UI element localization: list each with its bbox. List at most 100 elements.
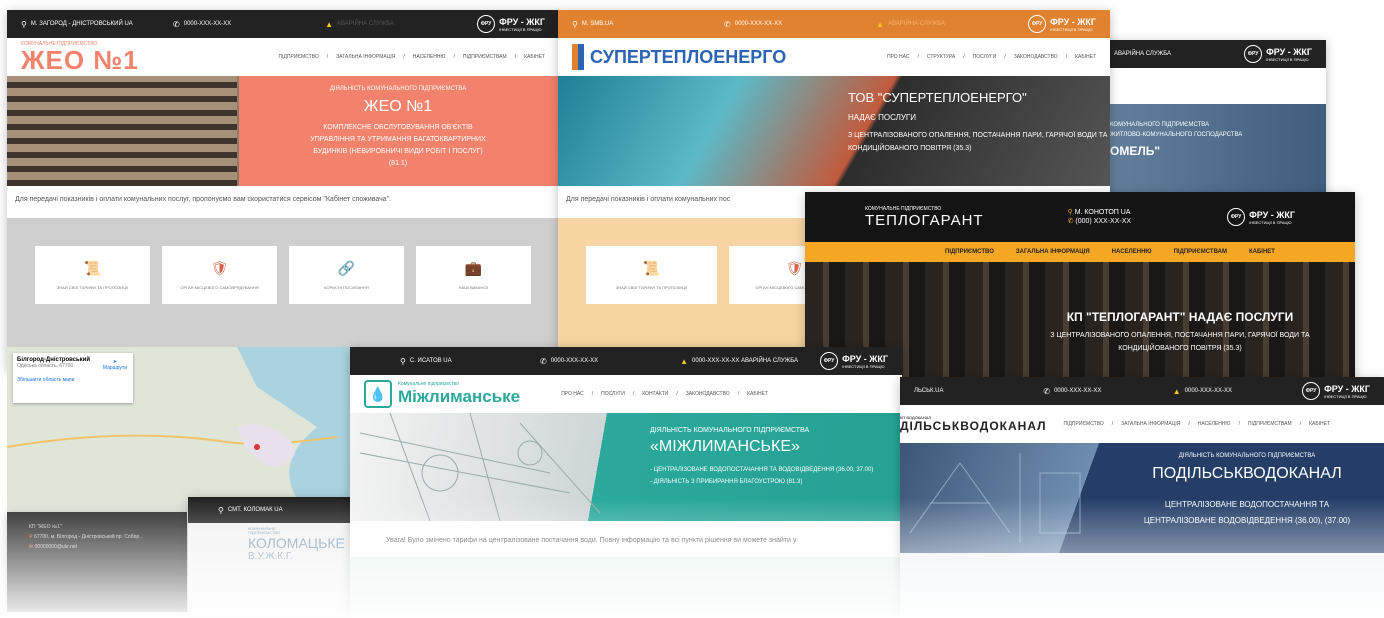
main-menu: ПРО НАС / СТРУКТУРА / ПОСЛУГИ / ЗАКОНОДАВСТВО /… <box>887 54 1096 60</box>
menu-item[interactable]: КАБІНЕТ <box>1309 421 1330 427</box>
menu-item[interactable]: ЗАГАЛЬНА ІНФОРМАЦІЯ <box>1121 421 1180 427</box>
hero-text: КОМПЛЕКСНЕ ОБСЛУГОВУВАННЯ ОБ'ЄКТІВ УПРАВ… <box>310 124 486 167</box>
map-link[interactable]: Збільшити область мапи <box>17 377 129 383</box>
hero: ДІЯЛЬНІСТЬ КОМУНАЛЬНОГО ПІДПРИЄМСТВА «МІ… <box>350 413 902 521</box>
fru-logo[interactable]: ФРУ ФРУ - ЖКГ ІНВЕСТИЦІЇ В ПРАЦЮ <box>477 15 545 33</box>
service-tile[interactable]: 📜 ЗНАЙ СВОЇ ТАРИФИ ТА ПРОПОЗИЦІЇ <box>35 246 150 304</box>
fru-subtitle: ІНВЕСТИЦІЇ В ПРАЦЮ <box>499 26 542 32</box>
site-logo[interactable]: 💧 Комунальне підприємство Міжлиманське <box>364 380 520 408</box>
fru-title: ФРУ - ЖКГ <box>1249 209 1295 220</box>
menu-item[interactable]: ПОСЛУГИ <box>973 54 997 60</box>
warning-icon: ▲ <box>876 19 884 29</box>
location-icon: ⚲ <box>21 19 27 29</box>
hero: ТОВ "СУПЕРТЕПЛОЕНЕРГО" НАДАЄ ПОСЛУГИ З Ц… <box>558 76 1110 186</box>
nav-bar: СУПЕРТЕПЛОЕНЕРГО ПРО НАС / СТРУКТУРА / ПОСЛУ… <box>558 38 1110 76</box>
fru-logo[interactable]: ФРУ ФРУ - ЖКГ ІНВЕСТИЦІЇ В ПРАЦЮ <box>1244 45 1312 63</box>
site-logo[interactable]: КОМУНАЛЬНЕ ПІДПРИЄМСТВО ТЕПЛОГАРАНТ <box>865 206 984 229</box>
menu-divider: / <box>676 391 678 397</box>
header: КОМУНАЛЬНЕ ПІДПРИЄМСТВО ТЕПЛОГАРАНТ ⚲ М.… <box>805 192 1355 242</box>
menu-item[interactable]: ЗАГАЛЬНА ІНФОРМАЦІЯ <box>1016 249 1090 255</box>
hero-line2: - ДІЯЛЬНІСТЬ З ПРИБИРАННЯ БЛАГОУСТРОЮ (8… <box>650 479 803 485</box>
hero: ДІЯЛЬНІСТЬ КОМУНАЛЬНОГО ПІДПРИЄМСТВА ПОД… <box>900 443 1384 553</box>
menu-item[interactable]: ПІДПРИЄМСТВО <box>945 249 994 255</box>
logo-text: ЖЕО №1 <box>21 44 139 75</box>
fru-logo[interactable]: ФРУ ФРУ - ЖКГ ІНВЕСТИЦІЇ В ПРАЦЮ <box>820 352 888 370</box>
water-drop-icon: 💧 <box>364 380 392 408</box>
menu-item[interactable]: КАБІНЕТ <box>1075 54 1096 60</box>
hero-line2: ЖИТЛОВО-КОМУНАЛЬНОГО ГОСПОДАРСТВА <box>1110 132 1243 138</box>
menu-item[interactable]: ПІДПРИЄМСТВАМ <box>463 54 507 60</box>
mail-icon: ✉ <box>29 544 34 550</box>
menu-item[interactable]: ЗАГАЛЬНА ІНФОРМАЦІЯ <box>336 54 395 60</box>
fru-title: ФРУ - ЖКГ <box>842 353 888 364</box>
fru-subtitle: ІНВЕСТИЦІЇ В ПРАЦЮ <box>1249 219 1292 225</box>
map-embed[interactable]: Білгород-Дністровський Одеська область, … <box>7 347 357 512</box>
site-logo[interactable]: КОМУНАЛЬНЕ ПІДПРИЄМСТВО ЖЕО №1 <box>21 41 139 75</box>
hero-text: З ЦЕНТРАЛІЗОВАНОГО ОПАЛЕННЯ, ПОСТАЧАННЯ … <box>1050 332 1310 352</box>
topbar: ⚲ СМТ. КОЛОМАК UA <box>188 497 350 523</box>
fru-subtitle: ІНВЕСТИЦІЇ В ПРАЦЮ <box>1324 393 1367 399</box>
menu-item[interactable]: ПОСЛУГИ <box>601 391 625 397</box>
phone-icon: ✆ <box>173 19 180 29</box>
menu-divider: / <box>403 54 405 60</box>
menu-item[interactable]: КАБІНЕТ <box>747 391 768 397</box>
location-icon: ⚲ <box>400 356 406 366</box>
hero-title: «МІЖЛИМАНСЬКЕ» <box>650 438 800 455</box>
tile-label: ОРГАН МІСЦЕВОГО САМОВРЯДУВАННЯ <box>180 285 259 290</box>
logo-text: Міжлиманське <box>398 387 521 406</box>
menu-divider: / <box>632 391 635 397</box>
menu-divider: / <box>514 54 517 60</box>
menu-item[interactable]: ПРО НАС <box>561 391 584 397</box>
menu-divider: / <box>326 54 329 60</box>
service-tile[interactable]: 🛡 ОРГАН МІСЦЕВОГО САМОВРЯДУВАННЯ <box>162 246 277 304</box>
service-tile[interactable]: 💼 НАШІ ВАКАНСІЇ <box>416 246 531 304</box>
warning-icon: ▲ <box>1172 386 1181 396</box>
hero-title: ЖЕО №1 <box>363 98 433 115</box>
menu-item[interactable]: СТРУКТУРА <box>927 54 955 60</box>
hero-text: ЦЕНТРАЛІЗОВАНЕ ВОДОПОСТАЧАННЯ ТА ЦЕНТРАЛ… <box>1143 500 1351 525</box>
card-zheo: ⚲ М. ЗАГОРОД - ДНІСТРОВСЬКИЙ UA ✆ 0000-XXX… <box>7 10 559 370</box>
site-logo[interactable]: КОМУНАЛЬНЕ ПІДПРИЄМСТВО КОЛОМАЦЬКЕ В.У.Ж… <box>188 523 350 566</box>
hero-small: КОМУНАЛЬНОГО ПІДПРИЄМСТВА <box>1110 122 1210 128</box>
hero-title: ТОВ "СУПЕРТЕПЛОЕНЕРГО" <box>848 90 1027 105</box>
menu-item[interactable]: ЗАКОНОДАВСТВО <box>1014 54 1058 60</box>
tile-label: КОРИСНІ ПОСИЛАННЯ <box>324 285 369 290</box>
document-icon: 📜 <box>642 260 661 276</box>
fru-logo[interactable]: ФРУ ФРУ - ЖКГ ІНВЕСТИЦІЇ В ПРАЦЮ <box>1028 15 1096 33</box>
map-pin-icon[interactable] <box>254 444 260 450</box>
menu-item[interactable]: НАСЕЛЕННЮ <box>1112 249 1152 255</box>
menu-item[interactable]: КАБІНЕТ <box>1249 249 1275 255</box>
card-kolomak: ⚲ СМТ. КОЛОМАК UA КОМУНАЛЬНЕ ПІДПРИЄМСТВО… <box>188 497 350 617</box>
menu-item[interactable]: НАСЕЛЕННЮ <box>413 54 446 60</box>
fru-logo[interactable]: ФРУ ФРУ - ЖКГ ІНВЕСТИЦІЇ В ПРАЦЮ <box>1227 208 1295 226</box>
fru-badge-icon: ФРУ <box>820 352 839 370</box>
menu-item[interactable]: ПРО НАС <box>887 54 910 60</box>
phone-icon: ✆ <box>1043 386 1051 396</box>
fru-logo[interactable]: ФРУ ФРУ - ЖКГ ІНВЕСТИЦІЇ В ПРАЦЮ <box>1302 382 1370 400</box>
shield-icon: 🛡 <box>785 260 804 276</box>
menu-item[interactable]: ЗАКОНОДАВСТВО <box>686 391 730 397</box>
menu-item[interactable]: ПІДПРИЄМСТВАМ <box>1174 249 1227 255</box>
main-menu: ПІДПРИЄМСТВО / ЗАГАЛЬНА ІНФОРМАЦІЯ / НАСЕЛЕН… <box>1064 421 1330 427</box>
menu-divider: / <box>1111 421 1114 427</box>
alert-label: 0000-XXX-XX-XX АВАРІЙНА СЛУЖБА <box>691 358 799 364</box>
menu-divider: / <box>1299 421 1302 427</box>
alert-label: 0000-XXX-XX-XX <box>1184 388 1232 394</box>
logo-text: СУПЕРТЕПЛОЕНЕРГО <box>590 46 787 67</box>
menu-item[interactable]: ПІДПРИЄМСТВО <box>279 54 319 60</box>
menu-item[interactable]: КОНТАКТИ <box>642 391 668 397</box>
fru-badge-icon: ФРУ <box>1227 208 1246 226</box>
site-logo[interactable]: СУПЕРТЕПЛОЕНЕРГО <box>572 44 786 70</box>
fru-badge-icon: ФРУ <box>477 15 496 33</box>
service-tile[interactable]: 📜 ЗНАЙ СВОЇ ТАРИФИ ТА ПРОПОЗИЦІЇ <box>586 246 717 304</box>
address-label: М. ЗАГОРОД - ДНІСТРОВСЬКИЙ UA <box>30 21 133 27</box>
service-tile[interactable]: 🔗 КОРИСНІ ПОСИЛАННЯ <box>289 246 404 304</box>
menu-item[interactable]: ПІДПРИЄМСТВАМ <box>1248 421 1292 427</box>
menu-item[interactable]: КАБІНЕТ <box>524 54 545 60</box>
phone-icon: ✆ <box>724 19 731 29</box>
phone-label: (000) XXX-XX-XX <box>1075 218 1132 225</box>
menu-item[interactable]: ПІДПРИЄМСТВО <box>1064 421 1104 427</box>
menu-item[interactable]: НАСЕЛЕННЮ <box>1198 421 1231 427</box>
nav-bar: КП ВОДОКАНАЛ ДІЛЬСЬКВОДОКАНАЛ ПІДПРИЄМСТ… <box>900 405 1384 443</box>
site-logo[interactable]: КП ВОДОКАНАЛ ДІЛЬСЬКВОДОКАНАЛ <box>900 416 1047 433</box>
